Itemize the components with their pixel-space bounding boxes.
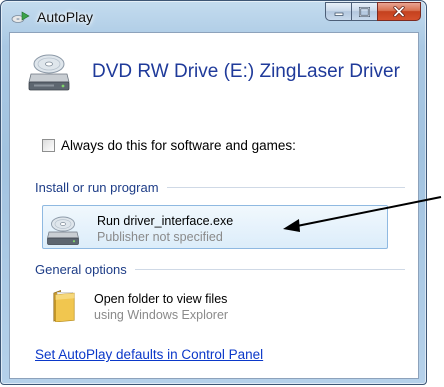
dvd-drive-icon: [28, 54, 70, 91]
always-checkbox-label: Always do this for software and games:: [61, 137, 296, 153]
always-checkbox-row[interactable]: Always do this for software and games:: [42, 136, 296, 154]
always-checkbox[interactable]: [42, 138, 55, 152]
section-divider: [166, 186, 405, 188]
open-folder-subtitle: using Windows Explorer: [94, 308, 229, 322]
close-icon: [393, 6, 405, 17]
open-folder-title: Open folder to view files: [94, 292, 228, 306]
dvd-drive-icon: [47, 216, 79, 245]
section-install: Install or run program: [35, 179, 405, 195]
window-title: AutoPlay: [37, 9, 94, 25]
section-divider: [134, 268, 405, 270]
run-program-option[interactable]: Run driver_interface.exe Publisher not s…: [42, 205, 388, 249]
folder-icon: [53, 290, 75, 322]
close-button[interactable]: [377, 2, 421, 21]
autoplay-icon: [11, 11, 30, 23]
minimize-icon: [334, 12, 343, 16]
run-program-subtitle: Publisher not specified: [97, 230, 223, 244]
section-general-header: General options: [35, 261, 127, 277]
run-program-title: Run driver_interface.exe: [97, 214, 234, 228]
minimize-button[interactable]: [325, 2, 351, 21]
section-general: General options: [35, 261, 405, 277]
caption-buttons: [325, 2, 421, 22]
device-title: DVD RW Drive (E:) ZingLaser Driver: [92, 61, 400, 82]
open-folder-option[interactable]: Open folder to view files using Windows …: [42, 284, 388, 328]
autoplay-defaults-link[interactable]: Set AutoPlay defaults in Control Panel: [35, 347, 263, 362]
title-bar[interactable]: AutoPlay: [1, 1, 426, 33]
section-install-header: Install or run program: [35, 179, 159, 195]
maximize-icon: [359, 6, 370, 17]
maximize-button[interactable]: [351, 2, 377, 21]
